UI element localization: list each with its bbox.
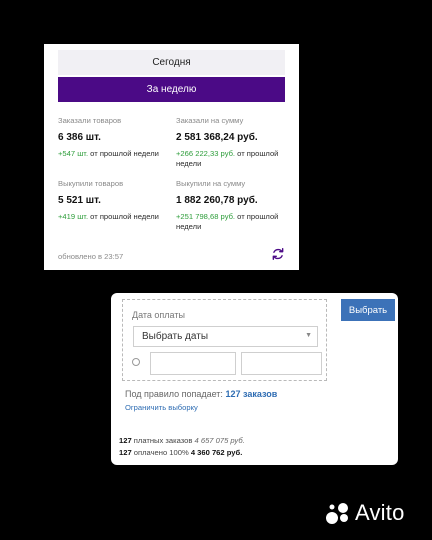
week-button[interactable]: За неделю (58, 77, 285, 102)
payment-filter-card: Дата оплаты Выбрать даты ▼ Выбрать Под п… (111, 293, 398, 465)
bought-items-stat: Выкупили товаров 5 521 шт. +419 шт. от п… (58, 179, 178, 222)
limit-selection-link[interactable]: Ограничить выборку (125, 403, 198, 412)
ordered-items-stat: Заказали товаров 6 386 шт. +547 шт. от п… (58, 116, 178, 159)
rule-prefix: Под правило попадает: (125, 389, 223, 399)
totals-amount: 4 657 075 руб. (194, 436, 245, 445)
sales-stats-card: Сегодня За неделю Заказали товаров 6 386… (44, 44, 299, 270)
stat-label: Заказали товаров (58, 116, 122, 125)
avito-logo-icon (326, 503, 348, 524)
fully-paid-total: 127 оплачено 100% 4 360 762 руб. (119, 448, 242, 457)
stat-delta: +547 шт. от прошлой недели (58, 149, 178, 159)
date-select[interactable]: Выбрать даты ▼ (133, 326, 318, 347)
date-filter-box: Дата оплаты Выбрать даты ▼ (122, 299, 327, 381)
delta-value: +251 798,68 руб. (176, 212, 236, 221)
clock-icon (132, 358, 140, 366)
stat-value: 6 386 шт. (58, 132, 101, 143)
stat-delta: +251 798,68 руб. от прошлой недели (176, 212, 286, 232)
bought-sum-stat: Выкупили на сумму 1 882 260,78 руб. +251… (176, 179, 286, 232)
delta-value: +547 шт. (58, 149, 89, 158)
period-switch: Сегодня За неделю (58, 50, 285, 102)
stat-value: 2 581 368,24 руб. (176, 132, 258, 143)
delta-value: +419 шт. (58, 212, 89, 221)
rule-summary: Под правило попадает: 127 заказов (125, 389, 277, 399)
chevron-down-icon: ▼ (305, 332, 312, 339)
avito-watermark: Avito (325, 500, 405, 526)
field-label: Дата оплаты (132, 310, 185, 320)
delta-value: +266 222,33 руб. (176, 149, 236, 158)
ordered-sum-stat: Заказали на сумму 2 581 368,24 руб. +266… (176, 116, 286, 169)
totals-amount: 4 360 762 руб. (190, 448, 243, 457)
date-to-input[interactable] (241, 352, 322, 375)
stat-label: Выкупили товаров (58, 179, 124, 188)
today-button[interactable]: Сегодня (58, 50, 285, 75)
stat-delta: +419 шт. от прошлой недели (58, 212, 178, 222)
delta-suffix: от прошлой недели (88, 149, 159, 158)
choose-button[interactable]: Выбрать (341, 299, 395, 321)
orders-count-link[interactable]: 127 заказов (225, 389, 277, 399)
stat-delta: +266 222,33 руб. от прошлой недели (176, 149, 286, 169)
stat-value: 1 882 260,78 руб. (176, 195, 258, 206)
paid-orders-total: 127 платных заказов 4 657 075 руб. (119, 436, 245, 445)
orders-count: 127 (119, 436, 132, 445)
updated-time: обновлено в 23:57 (58, 252, 124, 261)
stat-label: Выкупили на сумму (176, 179, 246, 188)
select-value: Выбрать даты (142, 331, 209, 342)
orders-count: 127 (119, 448, 132, 457)
totals-text: оплачено 100% (131, 448, 191, 457)
refresh-icon[interactable] (271, 247, 285, 261)
stat-label: Заказали на сумму (176, 116, 244, 125)
stat-value: 5 521 шт. (58, 195, 101, 206)
date-from-input[interactable] (150, 352, 236, 375)
delta-suffix: от прошлой недели (88, 212, 159, 221)
watermark-text: Avito (355, 500, 405, 525)
totals-text: платных заказов (131, 436, 195, 445)
